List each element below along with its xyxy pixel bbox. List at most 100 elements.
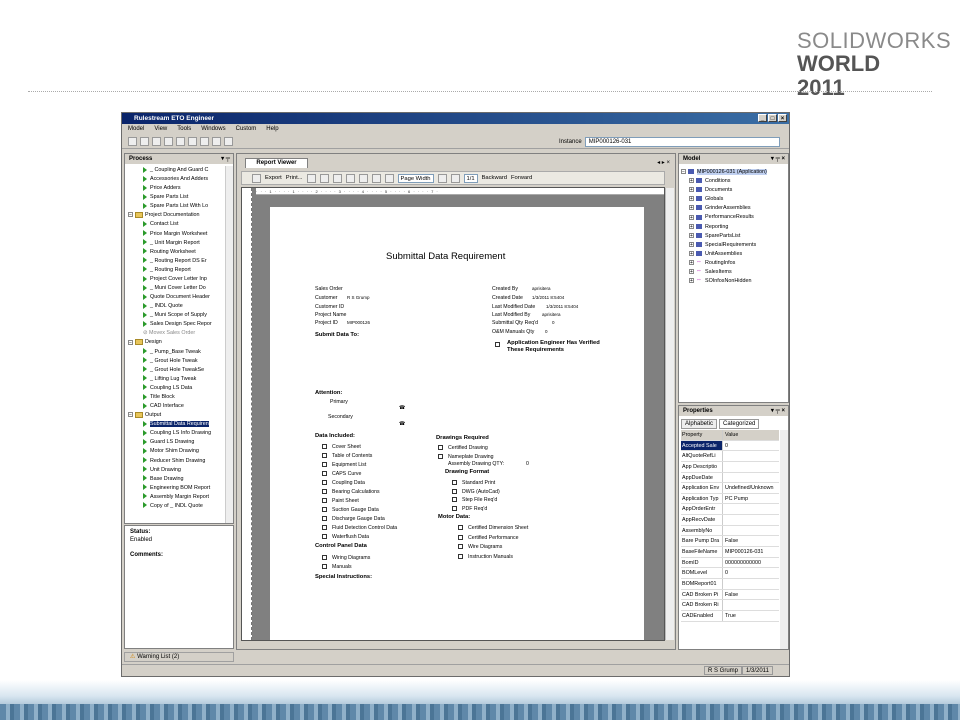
multi-page-icon[interactable] [345, 173, 355, 183]
property-value[interactable] [723, 600, 725, 610]
zoom-select[interactable]: Page Width [397, 173, 434, 183]
property-value[interactable]: False [723, 590, 738, 600]
backward-button[interactable]: Backward [482, 175, 507, 181]
model-tree-item[interactable]: + ⇔ SOInfosNonHidden [689, 277, 788, 286]
property-row[interactable]: CAD Broken Ri [681, 600, 779, 611]
property-value[interactable] [723, 526, 725, 536]
process-tree-item[interactable]: Accessories And Adders [125, 175, 227, 184]
property-value[interactable]: False [723, 536, 738, 546]
property-value[interactable] [723, 473, 725, 483]
property-row[interactable]: AppDueDate [681, 472, 779, 484]
property-row[interactable]: Application Typ PC Pump [681, 493, 779, 505]
tool-icon[interactable] [200, 137, 209, 146]
model-tree-item[interactable]: + SpecialRequirements [689, 241, 788, 250]
property-row[interactable]: BOMReport01 [681, 578, 779, 590]
property-row[interactable]: CAD Broken Pi False [681, 589, 779, 601]
process-tree-item[interactable]: Base Drawing [125, 475, 227, 484]
checkbox[interactable] [322, 444, 327, 450]
property-value[interactable] [723, 451, 725, 461]
expand-icon[interactable]: + [689, 214, 694, 220]
checkbox[interactable] [458, 534, 463, 540]
property-value[interactable] [723, 515, 725, 525]
checkbox[interactable] [322, 489, 327, 495]
refresh-icon[interactable] [140, 137, 149, 146]
process-tree-item[interactable]: _ Coupling And Guard C [125, 166, 227, 175]
warning-list-tab[interactable]: ⚠ Warning List (2) [124, 652, 234, 662]
checkbox[interactable] [452, 480, 457, 486]
print-button[interactable]: Print... [286, 175, 303, 181]
process-tree-item[interactable]: Spare Parts List [125, 193, 227, 202]
property-row[interactable]: AppRecvDate [681, 515, 779, 526]
process-tree-item[interactable]: Project Cover Letter Inp [125, 275, 227, 284]
continuous-icon[interactable] [358, 173, 368, 183]
checkbox[interactable] [452, 497, 457, 503]
process-tree-item[interactable]: Quote Document Header [125, 293, 227, 302]
process-tree-item[interactable]: _ Grout Hole Tweak [125, 357, 227, 366]
process-tree-item[interactable]: CAD Interface [125, 402, 227, 411]
process-tree-item[interactable]: ⊘ Movex Sales Order [125, 329, 227, 338]
process-tree-item[interactable]: _ INDL Quote [125, 302, 227, 311]
property-value[interactable] [723, 462, 725, 472]
model-tree-item[interactable]: + PerformanceResults [689, 213, 788, 222]
model-tree-item[interactable]: + UnitAssemblies [689, 250, 788, 259]
property-row[interactable]: BOMLevel 0 [681, 568, 779, 579]
close-button[interactable]: × [778, 114, 787, 122]
process-tree-item[interactable]: − Project Documentation [125, 211, 227, 220]
checkbox[interactable] [322, 564, 327, 570]
property-value[interactable]: Undefined/Unknown [723, 483, 774, 493]
checkbox[interactable] [322, 498, 327, 504]
process-tree-item[interactable]: Routing Worksheet [125, 248, 227, 257]
single-page-icon[interactable] [332, 173, 342, 183]
property-value[interactable]: 0 [723, 568, 728, 578]
checkbox[interactable] [322, 507, 327, 513]
checkbox[interactable] [322, 534, 327, 540]
property-value[interactable] [723, 504, 725, 514]
collapse-icon[interactable]: − [128, 339, 133, 345]
collapse-icon[interactable]: − [128, 412, 133, 418]
tab-alphabetic[interactable]: Alphabetic [681, 419, 718, 429]
expand-icon[interactable]: + [689, 187, 694, 193]
page-input[interactable]: 1/1 [463, 173, 478, 183]
process-tree-item[interactable]: Sales Design Spec Repor [125, 320, 227, 329]
property-row[interactable]: BaseFileName MIP000126-031 [681, 547, 779, 558]
checkbox[interactable] [322, 462, 327, 468]
properties-scrollbar[interactable] [780, 430, 788, 649]
checkbox[interactable] [452, 488, 457, 494]
tab-nav-icon[interactable]: ◂ ▸ × [657, 159, 670, 166]
pane-pin-icon[interactable]: ▾ ╤ [221, 154, 230, 164]
checkbox[interactable] [438, 454, 443, 460]
checkbox[interactable] [458, 525, 463, 531]
help-icon[interactable] [176, 137, 185, 146]
model-root[interactable]: − MIP000126-031 (Application) [681, 168, 788, 177]
menu-custom[interactable]: Custom [236, 124, 257, 135]
checkbox[interactable] [452, 505, 457, 511]
tab-report-viewer[interactable]: Report Viewer [245, 158, 308, 168]
process-tree-item[interactable]: Price Adders [125, 184, 227, 193]
doc-map-icon[interactable] [252, 173, 261, 183]
expand-icon[interactable]: + [689, 260, 694, 266]
property-row[interactable]: AppOrderEntr [681, 504, 779, 516]
layout-icon[interactable] [224, 137, 233, 146]
warning-icon[interactable] [164, 137, 173, 146]
process-tree-item[interactable]: Submittal Data Requiren [125, 420, 227, 429]
process-tree-item[interactable]: − Design [125, 338, 227, 347]
expand-icon[interactable]: + [689, 269, 694, 275]
property-value[interactable]: MIP000126-031 [723, 547, 763, 557]
forward-button[interactable]: Forward [511, 175, 532, 181]
next-page-icon[interactable] [450, 173, 460, 183]
window-icon[interactable] [212, 137, 221, 146]
export-button[interactable]: Export [265, 175, 282, 181]
property-value[interactable] [723, 579, 725, 589]
expand-icon[interactable]: + [689, 223, 694, 229]
process-tree-item[interactable]: Spare Parts List With Lo [125, 202, 227, 211]
process-tree-item[interactable]: _ Routing Report DS Er [125, 257, 227, 266]
expand-icon[interactable]: + [689, 232, 694, 238]
process-tree-item[interactable]: Copy of _ INDL Quote [125, 502, 227, 511]
find-icon[interactable] [319, 173, 329, 183]
process-tree-item[interactable]: Unit Drawing [125, 466, 227, 475]
property-value[interactable]: True [723, 611, 736, 621]
zoom-in-icon[interactable] [384, 173, 394, 183]
property-row[interactable]: AssemblyNo [681, 525, 779, 537]
maximize-button[interactable]: □ [768, 114, 777, 122]
process-tree-item[interactable]: Assembly Margin Report [125, 493, 227, 502]
